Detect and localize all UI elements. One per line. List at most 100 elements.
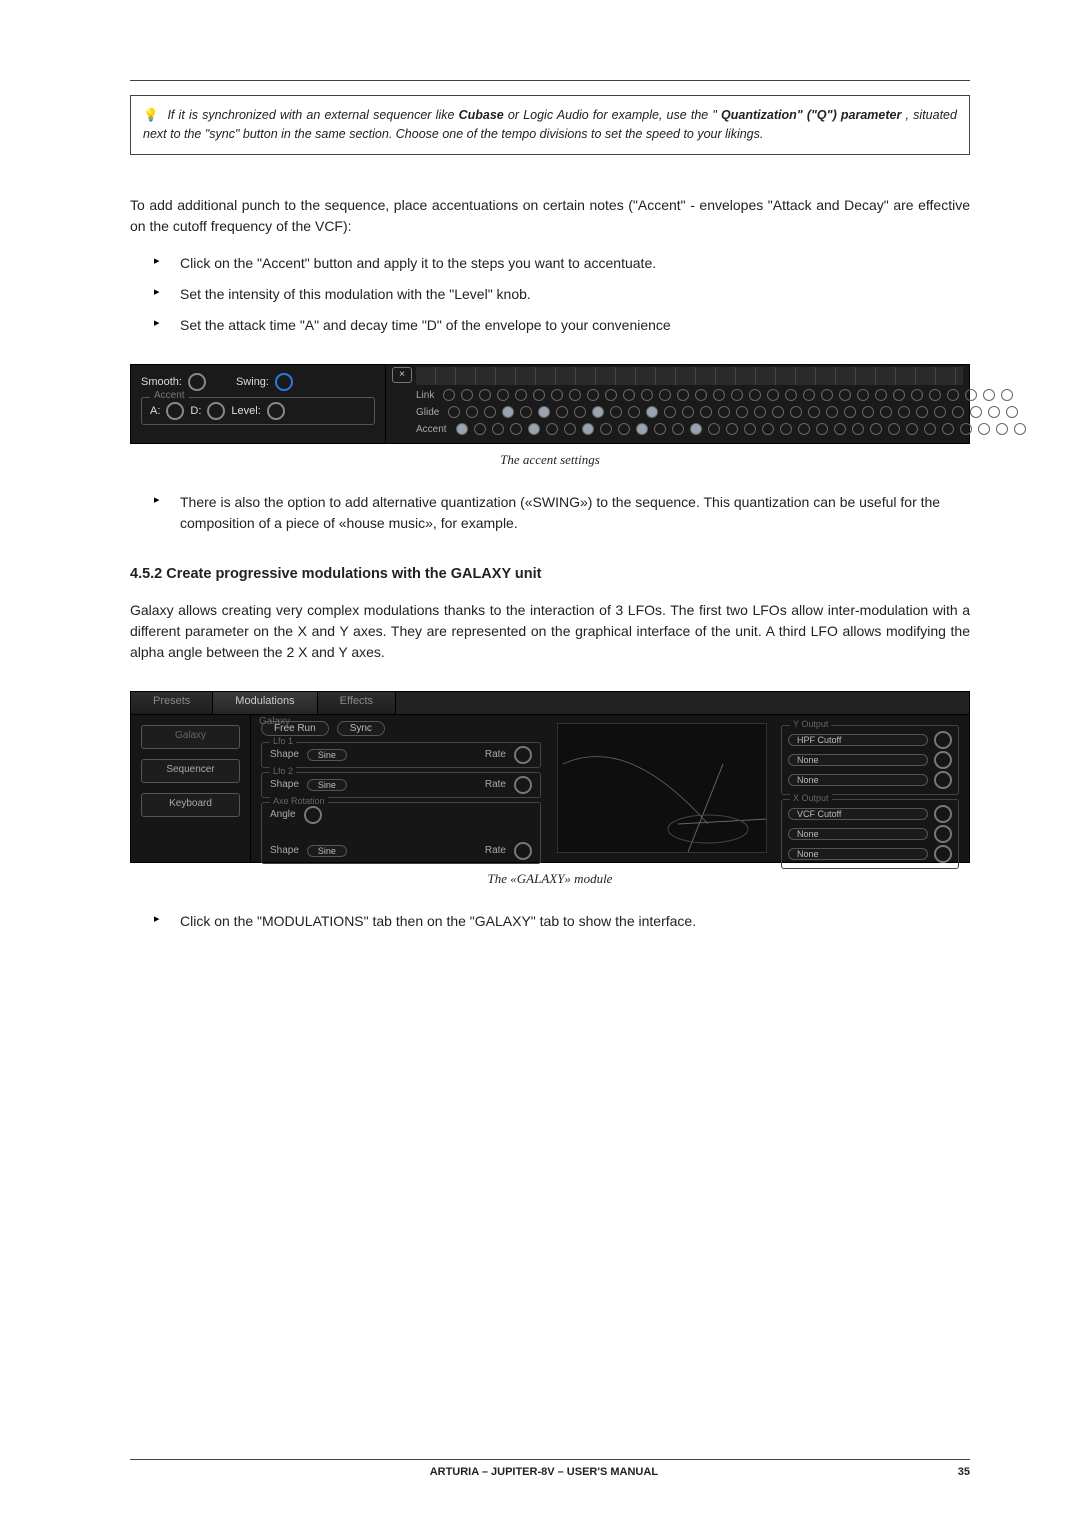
step-dot[interactable] (664, 406, 676, 418)
step-dot[interactable] (826, 406, 838, 418)
step-dot[interactable] (654, 423, 666, 435)
step-dot[interactable] (965, 389, 977, 401)
step-dot[interactable] (821, 389, 833, 401)
yout-knob-3[interactable] (934, 771, 952, 789)
step-dot[interactable] (898, 406, 910, 418)
step-dot[interactable] (700, 406, 712, 418)
step-dot[interactable] (605, 389, 617, 401)
step-dot[interactable] (970, 406, 982, 418)
yout-sel-3[interactable]: None (788, 774, 928, 786)
step-dot[interactable] (754, 406, 766, 418)
step-dot[interactable] (582, 423, 594, 435)
step-dot[interactable] (744, 423, 756, 435)
yout-knob-1[interactable] (934, 731, 952, 749)
step-dot[interactable] (708, 423, 720, 435)
lfo2-rate-knob[interactable] (514, 776, 532, 794)
step-dot[interactable] (834, 423, 846, 435)
side-btn-galaxy[interactable]: Galaxy (141, 725, 240, 749)
xout-sel-3[interactable]: None (788, 848, 928, 860)
step-dot[interactable] (762, 423, 774, 435)
step-dot[interactable] (785, 389, 797, 401)
step-dot[interactable] (942, 423, 954, 435)
step-dot[interactable] (456, 423, 468, 435)
step-dot[interactable] (1001, 389, 1013, 401)
lfo2-shape-select[interactable]: Sine (307, 779, 347, 791)
lfo1-rate-knob[interactable] (514, 746, 532, 764)
axe-angle-knob[interactable] (304, 806, 322, 824)
step-dot[interactable] (659, 389, 671, 401)
step-dot[interactable] (587, 389, 599, 401)
step-dot[interactable] (646, 406, 658, 418)
step-dot[interactable] (906, 423, 918, 435)
step-dot[interactable] (996, 423, 1008, 435)
step-dot[interactable] (911, 389, 923, 401)
step-dot[interactable] (870, 423, 882, 435)
step-dot[interactable] (628, 406, 640, 418)
step-dot[interactable] (1006, 406, 1018, 418)
step-dot[interactable] (857, 389, 869, 401)
step-dot[interactable] (479, 389, 491, 401)
xout-knob-3[interactable] (934, 845, 952, 863)
step-dot[interactable] (893, 389, 905, 401)
step-dot[interactable] (924, 423, 936, 435)
step-dot[interactable] (533, 389, 545, 401)
tab-presets[interactable]: Presets (131, 692, 213, 714)
step-dot[interactable] (510, 423, 522, 435)
tab-modulations[interactable]: Modulations (213, 692, 317, 714)
step-dot[interactable] (592, 406, 604, 418)
step-dot[interactable] (538, 406, 550, 418)
step-dot[interactable] (988, 406, 1000, 418)
xout-knob-1[interactable] (934, 805, 952, 823)
step-dot[interactable] (623, 389, 635, 401)
step-dot[interactable] (600, 423, 612, 435)
close-step-button[interactable]: × (392, 367, 412, 383)
step-dot[interactable] (772, 406, 784, 418)
galaxy-visualizer[interactable] (557, 723, 767, 853)
step-dot[interactable] (803, 389, 815, 401)
step-dot[interactable] (474, 423, 486, 435)
axe-shape-select[interactable]: Sine (307, 845, 347, 857)
step-dot[interactable] (672, 423, 684, 435)
step-dot[interactable] (983, 389, 995, 401)
mode-sync[interactable]: Sync (337, 721, 385, 736)
step-dot[interactable] (952, 406, 964, 418)
step-dot[interactable] (497, 389, 509, 401)
axe-rate-knob[interactable] (514, 842, 532, 860)
step-dot[interactable] (466, 406, 478, 418)
step-dot[interactable] (862, 406, 874, 418)
lfo1-shape-select[interactable]: Sine (307, 749, 347, 761)
step-dot[interactable] (636, 423, 648, 435)
step-dot[interactable] (569, 389, 581, 401)
step-dot[interactable] (641, 389, 653, 401)
step-dot[interactable] (546, 423, 558, 435)
step-dot[interactable] (528, 423, 540, 435)
step-dot[interactable] (695, 389, 707, 401)
step-dot[interactable] (767, 389, 779, 401)
step-dot[interactable] (736, 406, 748, 418)
swing-knob[interactable] (275, 373, 293, 391)
step-dot[interactable] (798, 423, 810, 435)
step-dot[interactable] (461, 389, 473, 401)
step-dot[interactable] (875, 389, 887, 401)
step-dot[interactable] (726, 423, 738, 435)
step-dot[interactable] (713, 389, 725, 401)
yout-sel-1[interactable]: HPF Cutoff (788, 734, 928, 746)
xout-knob-2[interactable] (934, 825, 952, 843)
step-dot[interactable] (551, 389, 563, 401)
step-dot[interactable] (492, 423, 504, 435)
step-dot[interactable] (448, 406, 460, 418)
step-dot[interactable] (880, 406, 892, 418)
step-dot[interactable] (749, 389, 761, 401)
step-dot[interactable] (916, 406, 928, 418)
step-dot[interactable] (618, 423, 630, 435)
smooth-knob[interactable] (188, 373, 206, 391)
decay-knob[interactable] (207, 402, 225, 420)
step-dot[interactable] (556, 406, 568, 418)
xout-sel-2[interactable]: None (788, 828, 928, 840)
step-dot[interactable] (682, 406, 694, 418)
step-dot[interactable] (934, 406, 946, 418)
step-dot[interactable] (484, 406, 496, 418)
step-dot[interactable] (852, 423, 864, 435)
yout-knob-2[interactable] (934, 751, 952, 769)
step-dot[interactable] (1014, 423, 1026, 435)
